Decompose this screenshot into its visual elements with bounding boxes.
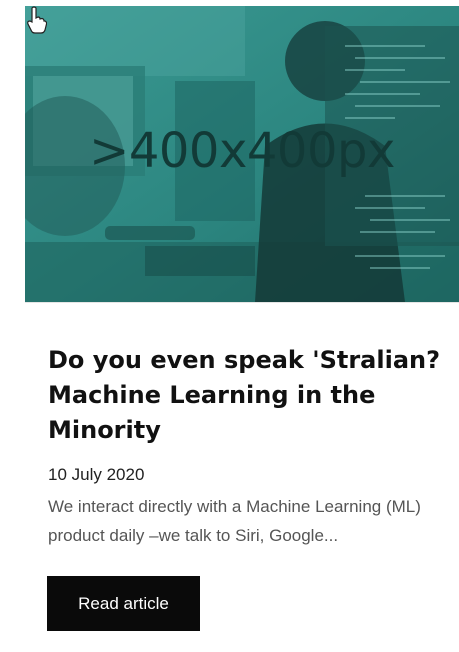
read-article-button[interactable]: Read article	[47, 576, 200, 631]
hand-pointer-icon	[27, 6, 47, 34]
article-card: >400x400px Do you even speak 'Stralian? …	[25, 6, 459, 652]
article-hero-image[interactable]: >400x400px	[25, 6, 459, 302]
article-excerpt: We interact directly with a Machine Lear…	[48, 497, 421, 545]
article-date: 10 July 2020	[48, 465, 145, 484]
image-placeholder-label: >400x400px	[89, 123, 395, 179]
article-title[interactable]: Do you even speak 'Stralian? Machine Lea…	[48, 343, 448, 448]
hero-divider	[25, 302, 459, 303]
